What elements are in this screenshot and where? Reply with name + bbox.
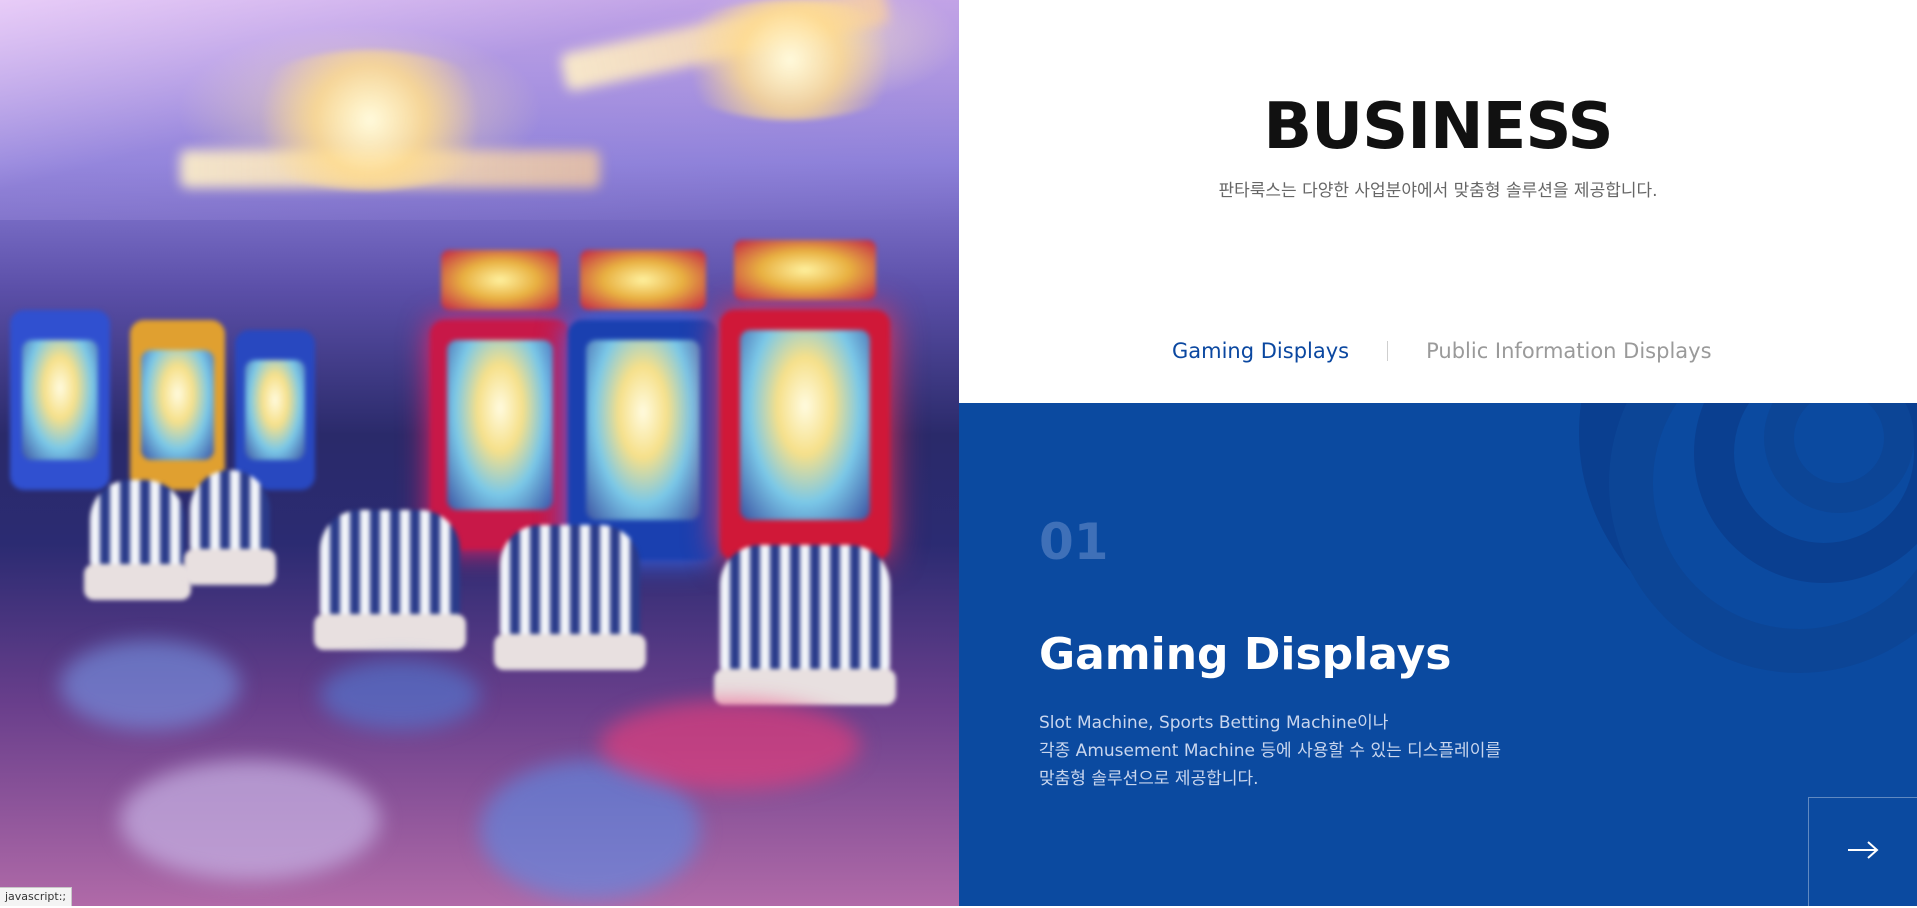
photo-chandelier (660, 0, 920, 120)
casino-photo: javascript:; (0, 0, 959, 906)
arrow-right-icon (1846, 840, 1880, 865)
photo-slot-machine (235, 330, 315, 490)
photo-slot-machine (10, 310, 110, 490)
feature-title: Gaming Displays (1039, 629, 1452, 680)
feature-description-line: 각종 Amusement Machine 등에 사용할 수 있는 디스플레이를 (1039, 741, 1501, 761)
feature-number: 01 (1039, 513, 1109, 571)
feature-description-line: 맞춤형 솔루션으로 제공합니다. (1039, 769, 1259, 789)
photo-chair (494, 525, 646, 670)
page-title: BUSINESS (1263, 90, 1613, 164)
feature-description: Slot Machine, Sports Betting Machine이나 각… (1039, 709, 1501, 793)
photo-slot-machine (130, 320, 225, 490)
tab-gaming-displays[interactable]: Gaming Displays (1172, 339, 1349, 363)
tab-public-information-displays[interactable]: Public Information Displays (1426, 339, 1711, 363)
photo-chair (84, 480, 191, 600)
photo-carpet (60, 640, 240, 730)
page-subtitle: 판타룩스는 다양한 사업분야에서 맞춤형 솔루션을 제공합니다. (1218, 181, 1658, 201)
feature-panel: 01 Gaming Displays Slot Machine, Sports … (959, 403, 1917, 906)
next-slide-button[interactable] (1808, 797, 1917, 906)
photo-slot-machine (568, 250, 718, 560)
photo-chair (314, 510, 466, 650)
business-tabs: Gaming Displays Public Information Displ… (1172, 336, 1712, 366)
status-bar-url: javascript:; (0, 887, 73, 906)
photo-chair (184, 470, 276, 585)
tab-divider (1387, 341, 1389, 361)
photo-carpet (320, 660, 480, 730)
photo-carpet (120, 760, 380, 880)
photo-slot-machine (720, 240, 890, 560)
feature-description-line: Slot Machine, Sports Betting Machine이나 (1039, 713, 1389, 733)
photo-chair (714, 545, 896, 705)
photo-carpet (600, 700, 860, 790)
photo-slot-machine (430, 250, 570, 550)
photo-chandelier (230, 50, 510, 190)
